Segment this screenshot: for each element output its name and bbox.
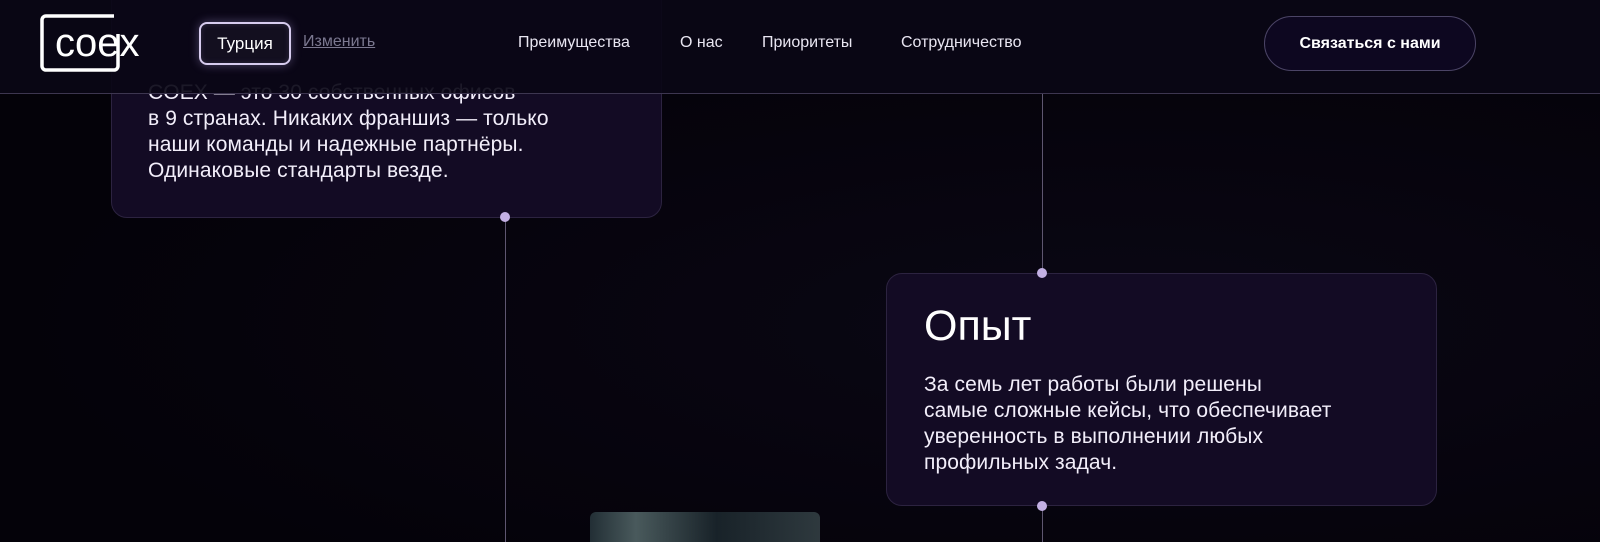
experience-card-title: Опыт	[924, 302, 1032, 350]
experience-card-line: За семь лет работы были решены	[924, 373, 1262, 396]
change-country-link[interactable]: Изменить	[303, 33, 375, 51]
site-header: coex Турция Изменить Преимущества О нас …	[0, 0, 1600, 94]
timeline-dot	[1037, 268, 1047, 278]
offices-card-line: наши команды и надежные партнёры.	[148, 133, 524, 156]
nav-link-cooperation[interactable]: Сотрудничество	[901, 34, 1022, 52]
experience-card: Опыт За семь лет работы были решены самы…	[886, 273, 1437, 506]
nav-link-advantages[interactable]: Преимущества	[518, 34, 680, 52]
offices-card-line: Одинаковые стандарты везде.	[148, 159, 449, 182]
contact-us-button[interactable]: Связаться с нами	[1264, 16, 1476, 71]
logo-text: coex	[55, 21, 140, 65]
timeline-line-right-bottom	[1042, 506, 1043, 542]
main-nav: Преимущества О нас Приоритеты Сотрудниче…	[518, 34, 1022, 52]
nav-link-priorities[interactable]: Приоритеты	[762, 34, 901, 52]
contact-us-label: Связаться с нами	[1299, 34, 1441, 52]
timeline-line-right-top	[1042, 94, 1043, 274]
page: COEX — это 30 собственных офисов в 9 стр…	[0, 0, 1600, 542]
country-button[interactable]: Турция	[199, 22, 291, 65]
country-label: Турция	[217, 33, 273, 53]
timeline-dot	[500, 212, 510, 222]
experience-card-line: самые сложные кейсы, что обеспечивает	[924, 399, 1332, 422]
experience-card-line: уверенность в выполнении любых	[924, 425, 1264, 448]
coex-logo[interactable]: coex	[40, 14, 176, 72]
experience-card-line: профильных задач.	[924, 451, 1118, 474]
timeline-dot	[1037, 501, 1047, 511]
offices-card-line: в 9 странах. Никаких франшиз — только	[148, 107, 549, 130]
decorative-glass-image	[590, 512, 820, 542]
nav-link-about[interactable]: О нас	[680, 34, 762, 52]
timeline-line-left	[505, 217, 506, 542]
